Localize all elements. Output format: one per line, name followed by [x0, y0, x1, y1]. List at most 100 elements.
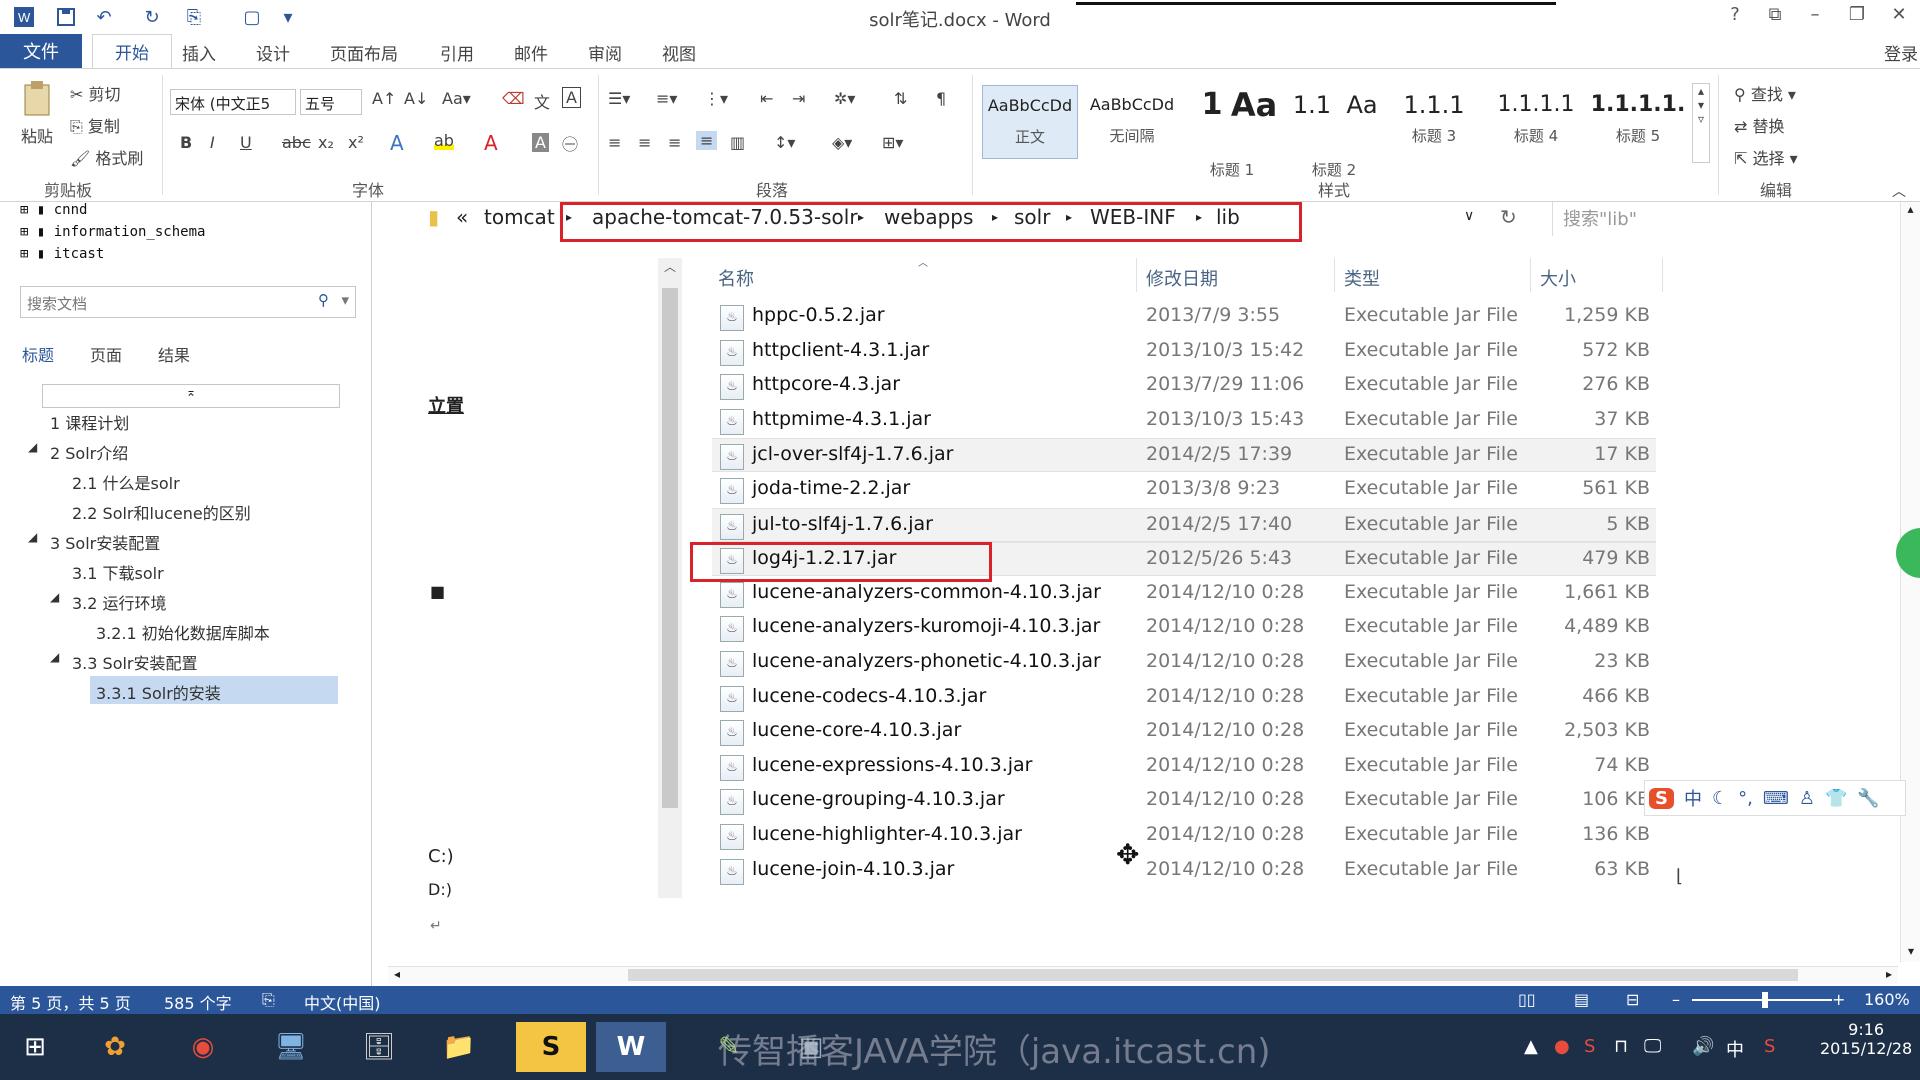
word-icon[interactable]: W [596, 1022, 666, 1072]
char-shading-icon[interactable]: A [532, 133, 549, 152]
font-color-icon[interactable]: A [484, 131, 498, 155]
sogou-tray-icon[interactable]: S [1764, 1036, 1775, 1057]
file-row[interactable]: ♨ lucene-analyzers-common-4.10.3.jar 2014/… [712, 577, 1656, 611]
file-row[interactable]: ♨ jcl-over-slf4j-1.7.6.jar 2014/2/5 17:39 E… [712, 438, 1656, 472]
column-header-name[interactable]: 名称 [718, 265, 754, 291]
heading-item[interactable]: 1 课程计划 [50, 410, 129, 434]
style-no-spacing[interactable]: AaBbCcDd 无间隔 [1084, 85, 1180, 159]
cabinet-icon[interactable]: 🗄 [344, 1022, 414, 1072]
file-row[interactable]: ♨ lucene-grouping-4.10.3.jar 2014/12/10 0:… [712, 784, 1656, 818]
heading-item[interactable]: 3.2 运行环境 [72, 590, 167, 614]
minimize-button[interactable]: – [1800, 4, 1830, 25]
start-windows-icon[interactable]: ⊞ [0, 1022, 70, 1072]
zoom-level[interactable]: 160% [1864, 990, 1910, 1009]
keyboard-icon[interactable]: ⌨ [1763, 788, 1789, 809]
db-item[interactable]: ⊞ ▮ cnnd [20, 202, 87, 218]
close-button[interactable]: ✕ [1884, 4, 1914, 25]
increase-indent-icon[interactable]: ⇥ [792, 89, 805, 108]
tab-insert[interactable]: 插入 [182, 40, 216, 65]
phonetic-icon[interactable]: 文 [534, 89, 550, 113]
tab-mailings[interactable]: 邮件 [514, 40, 548, 65]
styles-scroll[interactable]: ▴ ▾ ▿ [1692, 83, 1710, 163]
expand-icon[interactable]: ◢ [28, 530, 37, 544]
file-row[interactable]: ♨ lucene-join-4.10.3.jar 2014/12/10 0:28 Ex… [712, 854, 1656, 888]
heading-item[interactable]: 2 Solr介绍 [50, 440, 128, 464]
column-header-size[interactable]: 大小 [1540, 265, 1576, 291]
clear-format-icon[interactable]: ⌫ [502, 89, 525, 108]
style-sample-aa[interactable]: Aa [1224, 85, 1284, 159]
explorer-scrollbar[interactable]: ︿ [658, 258, 682, 898]
web-layout-icon[interactable]: ⊟ [1626, 990, 1639, 1009]
file-row[interactable]: ♨ joda-time-2.2.jar 2013/3/8 9:23 Executabl… [712, 473, 1656, 507]
scroll-left-icon[interactable]: ◂ [394, 967, 400, 981]
heading-item[interactable]: 3.3 Solr安装配置 [72, 650, 198, 674]
heading-item[interactable]: 3.1 下载solr [72, 560, 164, 584]
subscript-icon[interactable]: x₂ [318, 133, 334, 152]
scroll-right-icon[interactable]: ▸ [1886, 967, 1892, 981]
show-marks-icon[interactable]: ¶ [936, 89, 946, 108]
file-row[interactable]: ♨ lucene-analyzers-phonetic-4.10.3.jar 201… [712, 646, 1656, 680]
doc-vertical-scrollbar[interactable]: ▴ ▾ [1900, 202, 1920, 962]
computer-icon[interactable]: 🖥 [256, 1022, 326, 1072]
align-left-icon[interactable]: ≡ [608, 133, 621, 152]
page-count[interactable]: 第 5 页，共 5 页 [10, 990, 131, 1014]
expand-icon[interactable]: ◢ [28, 440, 37, 454]
justify-icon[interactable]: ≡ [696, 131, 718, 150]
paste-button[interactable]: 粘贴 [14, 79, 60, 149]
moon-icon[interactable]: ☾ [1712, 788, 1728, 809]
ime-indicator[interactable]: 中 [1726, 1036, 1744, 1062]
column-header-date[interactable]: 修改日期 [1146, 265, 1218, 291]
find-button[interactable]: ⚲ 查找 ▾ [1734, 81, 1796, 105]
explorer-search-input[interactable]: 搜索"lib" [1552, 202, 1678, 236]
align-right-icon[interactable]: ≡ [668, 133, 681, 152]
nav-tab-pages[interactable]: 页面 [90, 342, 122, 366]
decrease-indent-icon[interactable]: ⇤ [760, 89, 773, 108]
bold-icon[interactable]: B [180, 133, 192, 152]
highlight-icon[interactable]: ab [434, 131, 454, 150]
clock[interactable]: 9:16 2015/12/28 [1820, 1020, 1912, 1058]
text-effects-icon[interactable]: A [390, 131, 404, 155]
style-heading-5[interactable]: 1.1.1.1. 标题 5 [1590, 85, 1686, 159]
tab-layout[interactable]: 页面布局 [330, 40, 398, 65]
style-heading-3[interactable]: 1.1.1 标题 3 [1386, 85, 1482, 159]
user-icon[interactable]: ♙ [1799, 788, 1815, 809]
enclose-char-icon[interactable]: ㊀ [562, 131, 578, 155]
tray-s-icon[interactable]: S [1584, 1036, 1595, 1057]
read-mode-icon[interactable]: ▯▯ [1518, 990, 1536, 1009]
char-border-icon[interactable]: A [562, 87, 581, 108]
heading-item[interactable]: 2.1 什么是solr [72, 470, 180, 494]
wrench-icon[interactable]: 🔧 [1857, 788, 1879, 809]
refresh-icon[interactable]: ↻ [1500, 205, 1517, 229]
heading-item[interactable]: 3.2.1 初始化数据库脚本 [96, 620, 270, 644]
tray-app-icon[interactable]: ● [1554, 1036, 1570, 1057]
line-spacing-icon[interactable]: ↕▾ [774, 133, 795, 152]
font-size-combo[interactable]: 五号 [300, 89, 362, 115]
tab-view[interactable]: 视图 [662, 40, 696, 65]
file-row[interactable]: ♨ httpmime-4.3.1.jar 2013/10/3 15:43 Execut… [712, 404, 1656, 438]
shrink-font-icon[interactable]: A↓ [404, 89, 428, 108]
replace-button[interactable]: ⇄ 替换 [1734, 113, 1785, 137]
file-row[interactable]: ♨ lucene-codecs-4.10.3.jar 2014/12/10 0:28… [712, 681, 1656, 715]
file-row[interactable]: ♨ lucene-highlighter-4.10.3.jar 2014/12/10… [712, 819, 1656, 853]
tab-references[interactable]: 引用 [440, 40, 474, 65]
underline-icon[interactable]: U [240, 133, 252, 152]
scroll-up-icon[interactable]: ▴ [1901, 202, 1920, 216]
style-normal[interactable]: AaBbCcDd 正文 [982, 85, 1078, 159]
file-row[interactable]: ♨ httpclient-4.3.1.jar 2013/10/3 15:42 Exec… [712, 335, 1656, 369]
file-row[interactable]: ♨ lucene-core-4.10.3.jar 2014/12/10 0:28 Ex… [712, 715, 1656, 749]
file-row[interactable]: ♨ lucene-analyzers-kuromoji-4.10.3.jar 201… [712, 611, 1656, 645]
ribbon-display-icon[interactable]: ⧉ [1760, 4, 1790, 25]
volume-icon[interactable]: 🔊 [1692, 1036, 1714, 1057]
nav-tab-headings[interactable]: 标题 [22, 342, 54, 366]
proofing-icon[interactable]: ⎘ [262, 990, 275, 1010]
search-document-input[interactable]: 搜索文档 ⚲ ▾ [20, 286, 356, 318]
shading-icon[interactable]: ◈▾ [832, 133, 852, 152]
tray-expand-icon[interactable]: ▲ [1524, 1036, 1538, 1057]
tab-design[interactable]: 设计 [256, 40, 290, 65]
select-button[interactable]: ⇱ 选择 ▾ [1734, 145, 1798, 169]
chevron-down-icon[interactable]: ∨ [1464, 208, 1474, 224]
login-link[interactable]: 登录 [1884, 40, 1918, 65]
doc-horizontal-scrollbar[interactable]: ◂ ▸ [388, 966, 1898, 984]
chinese-layout-icon[interactable]: ✲▾ [834, 89, 855, 108]
shirt-icon[interactable]: 👕 [1825, 788, 1847, 809]
